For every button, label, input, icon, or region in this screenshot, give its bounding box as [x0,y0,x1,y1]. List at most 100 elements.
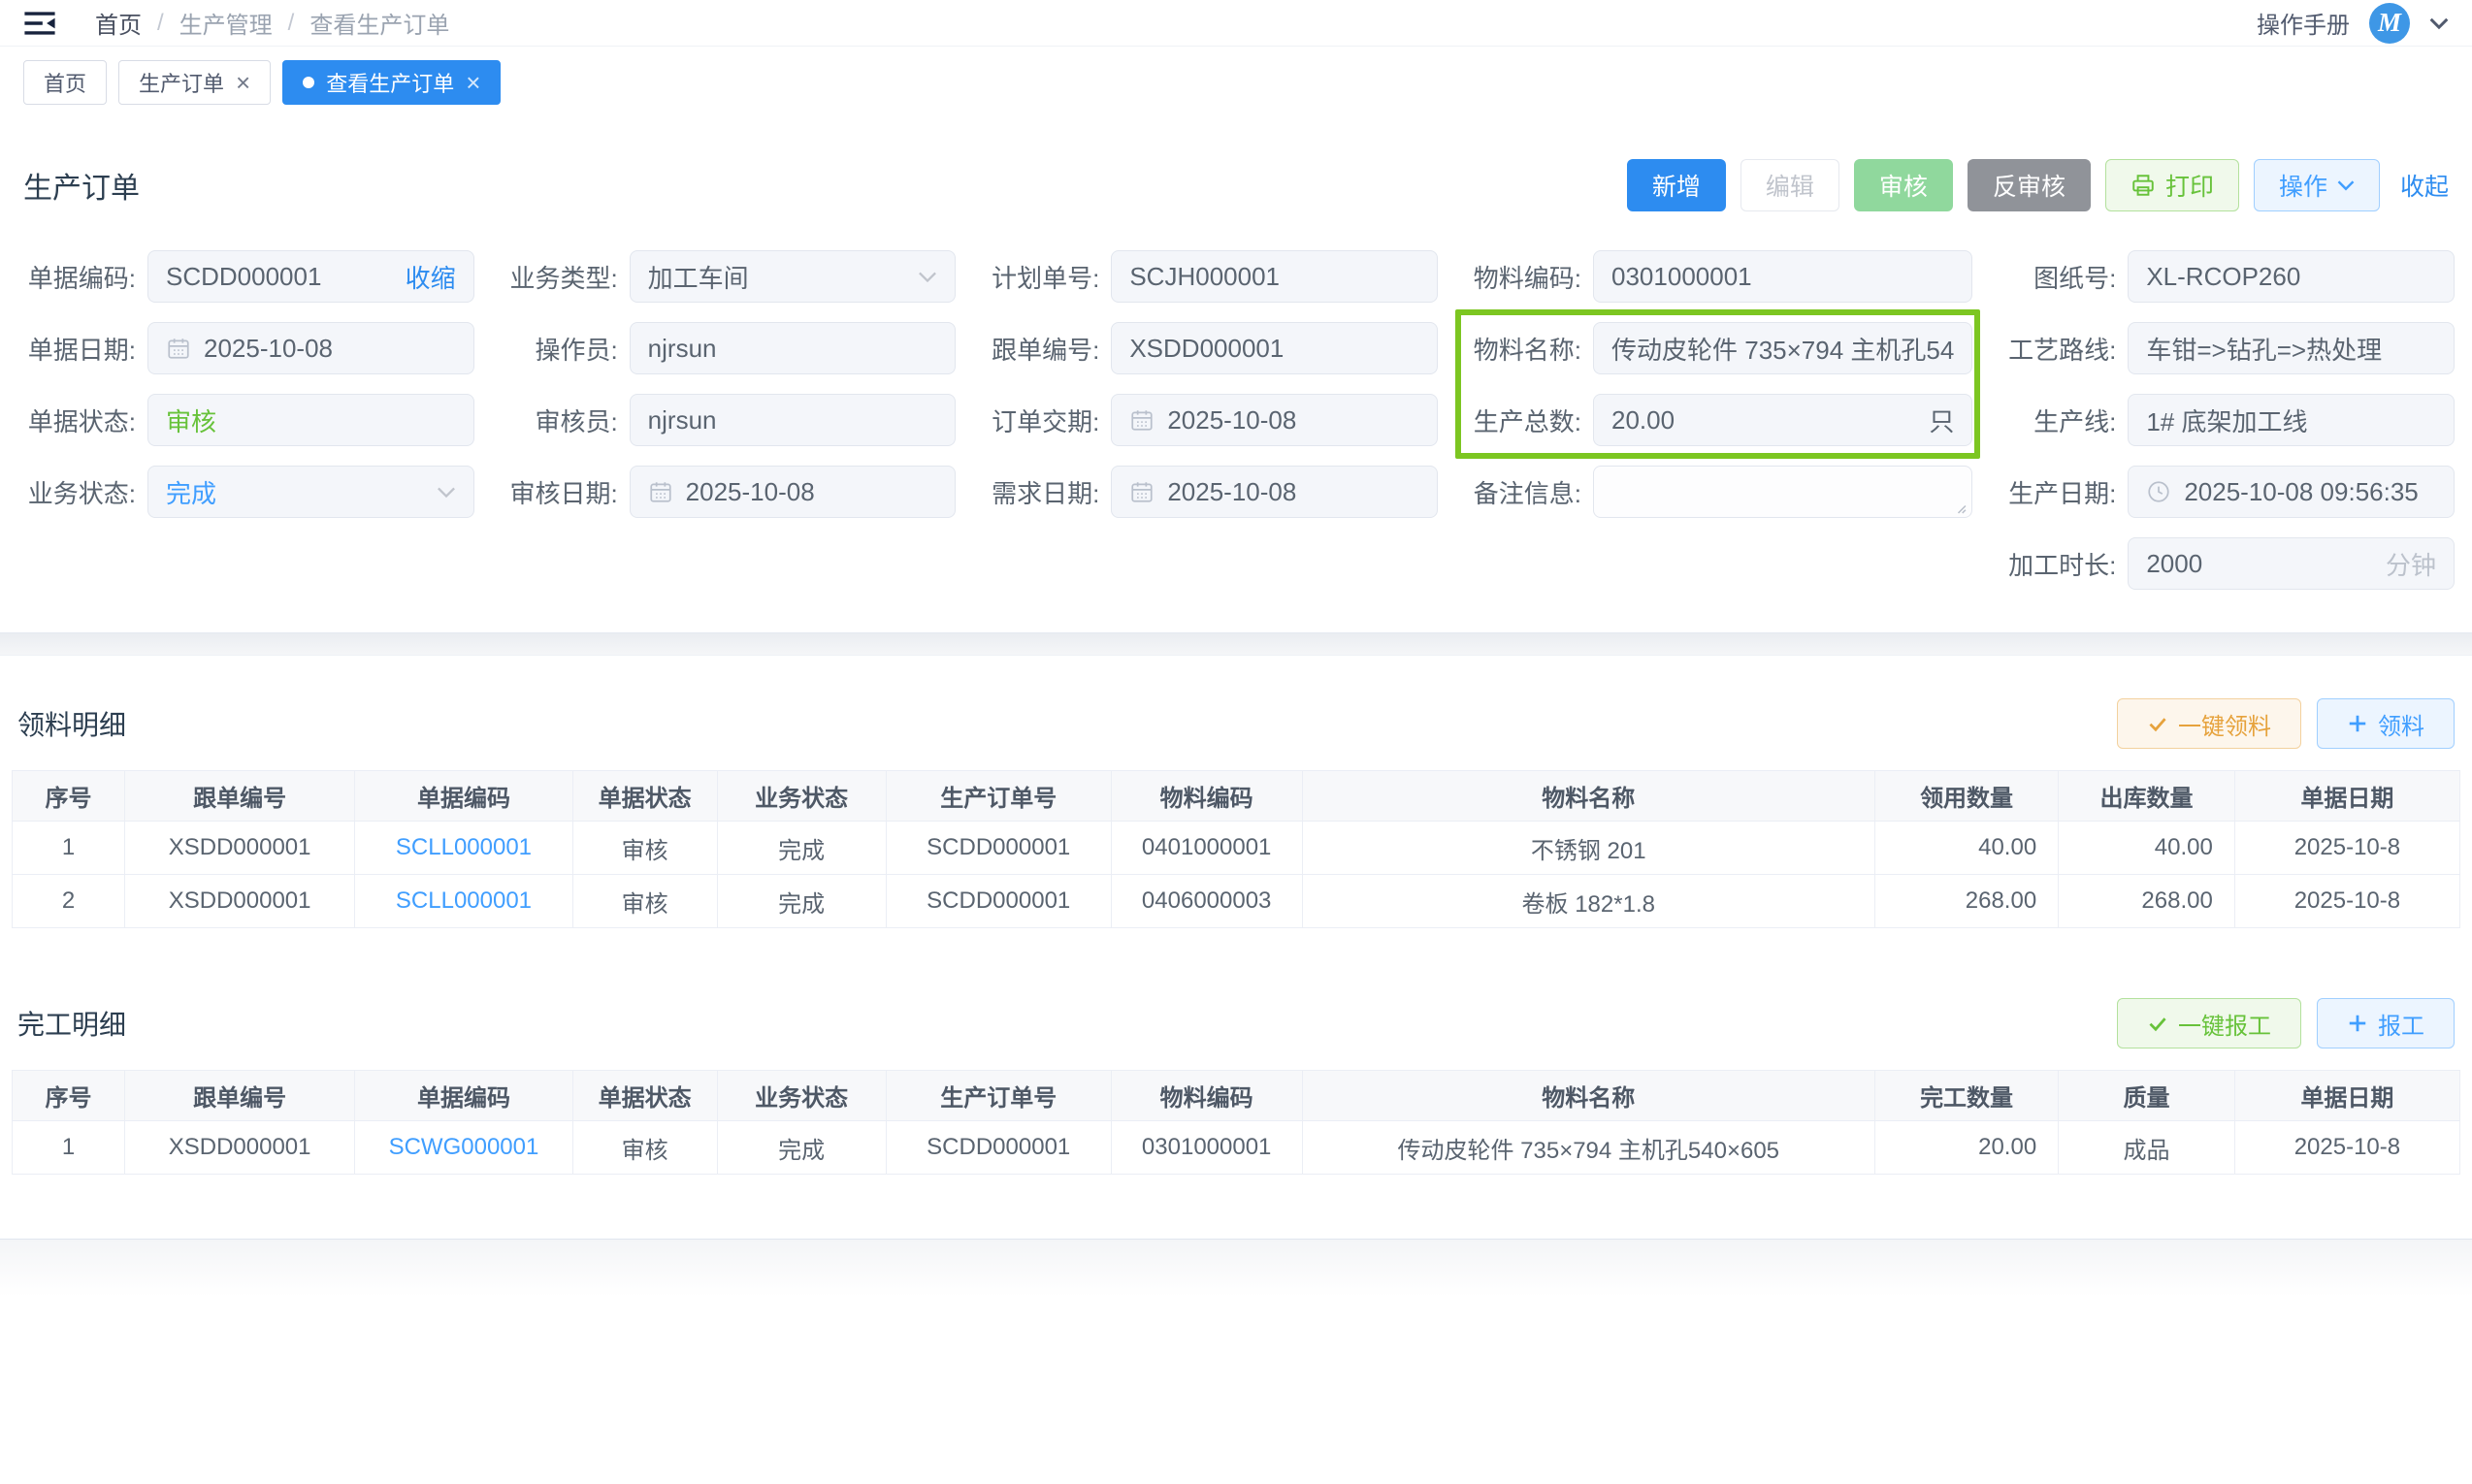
field-process-minutes: 加工时长: 2000 分钟 [1998,537,2455,590]
audit-button[interactable]: 审核 [1854,159,1953,211]
process-route-input[interactable]: 车钳=>钻孔=>热处理 [2128,322,2455,374]
page-title: 生产订单 [23,164,140,207]
field-remark: 备注信息: [1463,466,1972,518]
form-col-4: 物料编码: 0301000001 物料名称: 传动皮轮件 735×794 主机孔… [1463,250,1972,590]
doc-date-picker[interactable]: 2025-10-08 [147,322,474,374]
collapse-link[interactable]: 收起 [2400,168,2449,203]
material-code-input[interactable]: 0301000001 [1593,250,1972,303]
form-col-5: 图纸号: XL-RCOP260 工艺路线: 车钳=>钻孔=>热处理 生产线: 1… [1998,250,2455,590]
tab-production-order[interactable]: 生产订单 × [118,60,271,105]
biz-status-select[interactable]: 完成 [147,466,474,518]
field-prod-line: 生产线: 1# 底架加工线 [1998,394,2455,446]
material-table: 序号 跟单编号 单据编码 单据状态 业务状态 生产订单号 物料编码 物料名称 领… [12,770,2460,928]
breadcrumb-separator: / [157,10,164,37]
add-button[interactable]: 新增 [1627,159,1726,211]
completion-section-header: 完工明细 一键报工 报工 [0,928,2472,1070]
calendar-icon [648,479,673,504]
unaudit-button[interactable]: 反审核 [1968,159,2091,211]
header-actions: 新增 编辑 审核 反审核 打印 操作 收起 [1627,159,2449,211]
follow-no-input[interactable]: XSDD000001 [1111,322,1438,374]
completion-table-header-row: 序号 跟单编号 单据编码 单据状态 业务状态 生产订单号 物料编码 物料名称 完… [13,1071,2460,1121]
status-badge: 审核 [572,1121,717,1175]
field-doc-status: 单据状态: 审核 [17,394,474,446]
prod-date-picker[interactable]: 2025-10-08 09:56:35 [2128,466,2455,518]
remark-textarea[interactable] [1593,466,1972,518]
field-order-due: 订单交期: 2025-10-08 [981,394,1438,446]
user-menu-caret-icon[interactable] [2429,16,2449,30]
topbar-right: 操作手册 M [2257,3,2449,44]
field-operator: 操作员: njrsun [500,322,957,374]
material-name-cell: 传动皮轮件 735×794 主机孔540×605 [1302,1121,1874,1175]
table-row: 1 XSDD000001 SCLL000001 审核 完成 SCDD000001… [13,822,2460,875]
check-icon [2147,713,2168,734]
field-demand-date: 需求日期: 2025-10-08 [981,466,1438,518]
bottom-divider [0,1239,2472,1297]
process-minutes-input[interactable]: 2000 分钟 [2128,537,2455,590]
status-badge: 审核 [572,822,717,875]
material-name-input[interactable]: 传动皮轮件 735×794 主机孔54 [1593,322,1972,374]
shrink-link[interactable]: 收缩 [406,259,456,295]
tab-view-production-order[interactable]: 查看生产订单 × [282,60,501,105]
status-badge: 审核 [572,875,717,928]
total-qty-input[interactable]: 20.00 只 [1593,394,1972,446]
tabbar: 首页 生产订单 × 查看生产订单 × [0,47,2472,116]
material-name-cell: 卷板 182*1.8 [1302,875,1874,928]
batch-pick-button[interactable]: 一键领料 [2117,698,2301,749]
check-icon [2147,1013,2168,1034]
field-drawing-no: 图纸号: XL-RCOP260 [1998,250,2455,303]
biz-type-select[interactable]: 加工车间 [630,250,957,303]
close-icon[interactable]: × [236,70,250,95]
printer-icon [2130,173,2156,198]
plus-icon [2347,713,2368,734]
material-table-header-row: 序号 跟单编号 单据编码 单据状态 业务状态 生产订单号 物料编码 物料名称 领… [13,771,2460,822]
section-divider [0,632,2472,656]
resize-handle-icon[interactable] [1950,498,1967,514]
clock-icon [2146,479,2171,504]
calendar-icon [1129,479,1155,504]
edit-button[interactable]: 编辑 [1740,159,1839,211]
page-header: 生产订单 新增 编辑 审核 反审核 打印 操作 收起 [0,159,2472,211]
completion-table: 序号 跟单编号 单据编码 单据状态 业务状态 生产订单号 物料编码 物料名称 完… [12,1070,2460,1175]
field-doc-code: 单据编码: SCDD000001 收缩 [17,250,474,303]
field-audit-date: 审核日期: 2025-10-08 [500,466,957,518]
doc-code-input[interactable]: SCDD000001 收缩 [147,250,474,303]
print-button[interactable]: 打印 [2105,159,2239,211]
avatar[interactable]: M [2369,3,2410,44]
tab-home[interactable]: 首页 [23,60,107,105]
status-badge: 审核 [166,403,216,438]
demand-date-picker[interactable]: 2025-10-08 [1111,466,1438,518]
field-auditor: 审核员: njrsun [500,394,957,446]
report-button[interactable]: 报工 [2317,998,2455,1048]
auditor-input[interactable]: njrsun [630,394,957,446]
close-icon[interactable]: × [466,70,480,95]
doc-code-link[interactable]: SCLL000001 [396,887,532,914]
breadcrumb-home[interactable]: 首页 [95,6,142,40]
field-follow-no: 跟单编号: XSDD000001 [981,322,1438,374]
batch-report-button[interactable]: 一键报工 [2117,998,2301,1048]
manual-link[interactable]: 操作手册 [2257,6,2350,40]
doc-code-link[interactable]: SCLL000001 [396,834,532,860]
drawing-no-input[interactable]: XL-RCOP260 [2128,250,2455,303]
menu-fold-icon[interactable] [23,9,56,38]
table-row: 2 XSDD000001 SCLL000001 审核 完成 SCDD000001… [13,875,2460,928]
calendar-icon [1129,407,1155,433]
breadcrumb-separator: / [288,10,295,37]
topbar: 首页 / 生产管理 / 查看生产订单 操作手册 M [0,0,2472,47]
operator-input[interactable]: njrsun [630,322,957,374]
material-section-title: 领料明细 [17,704,126,743]
order-form: 单据编码: SCDD000001 收缩 单据日期: 2025-10-08 单据状… [0,250,2472,590]
plan-no-input[interactable]: SCJH000001 [1111,250,1438,303]
order-due-picker[interactable]: 2025-10-08 [1111,394,1438,446]
doc-status-input[interactable]: 审核 [147,394,474,446]
audit-date-picker[interactable]: 2025-10-08 [630,466,957,518]
prod-line-input[interactable]: 1# 底架加工线 [2128,394,2455,446]
form-col-3: 计划单号: SCJH000001 跟单编号: XSDD000001 订单交期: … [981,250,1438,590]
table-row: 1 XSDD000001 SCWG000001 审核 完成 SCDD000001… [13,1121,2460,1175]
field-prod-date: 生产日期: 2025-10-08 09:56:35 [1998,466,2455,518]
breadcrumb-production-management[interactable]: 生产管理 [179,6,273,40]
form-col-2: 业务类型: 加工车间 操作员: njrsun 审核员: njrsun 审核日期: [500,250,957,590]
field-material-code: 物料编码: 0301000001 [1463,250,1972,303]
actions-dropdown-button[interactable]: 操作 [2254,159,2380,211]
pick-button[interactable]: 领料 [2317,698,2455,749]
doc-code-link[interactable]: SCWG000001 [389,1134,539,1160]
